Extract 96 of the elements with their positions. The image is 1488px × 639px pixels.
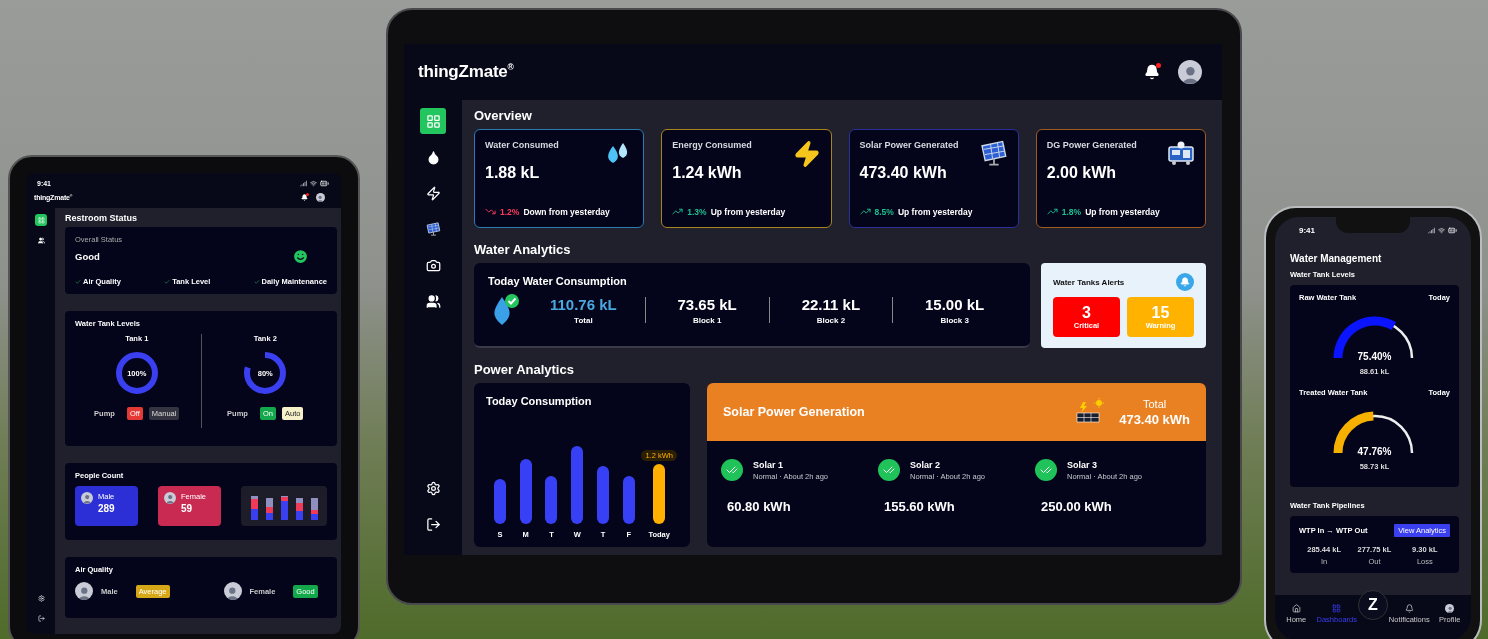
avatar-icon bbox=[164, 492, 176, 504]
group-count: 289 bbox=[98, 503, 115, 514]
unit-value: 60.80 kWh bbox=[726, 499, 792, 514]
center-logo-button[interactable]: Z bbox=[1358, 590, 1388, 620]
card-title: Today Consumption bbox=[486, 395, 593, 407]
sidebar-item[interactable] bbox=[35, 234, 47, 246]
change-note: Up from yesterday bbox=[897, 206, 973, 217]
lightning-bolt-icon bbox=[792, 140, 821, 168]
card-label: Energy Consumed bbox=[672, 140, 753, 150]
check-icon bbox=[75, 278, 81, 285]
change-percent: 1.3% bbox=[687, 206, 707, 217]
avatar-icon bbox=[75, 582, 93, 600]
solar-panel-sun-icon bbox=[1075, 398, 1106, 426]
status-time: 9:41 bbox=[1299, 226, 1315, 235]
notification-bell-icon[interactable] bbox=[301, 194, 308, 201]
card-title: Solar Power Generation bbox=[723, 405, 866, 419]
card-value: 473.40 kWh bbox=[859, 164, 948, 182]
alert-count: 15 bbox=[1151, 304, 1170, 321]
unit-value: 250.00 kWh bbox=[1040, 499, 1113, 514]
signal-icon bbox=[1428, 227, 1435, 234]
change-percent: 1.2% bbox=[500, 206, 520, 217]
unit-name: Solar 3 bbox=[1067, 459, 1098, 470]
logo: thingZmate$^{®}$ bbox=[418, 62, 514, 82]
group-count: 59 bbox=[181, 503, 194, 514]
unit-name: Solar 1 bbox=[753, 459, 784, 470]
avatar-icon bbox=[223, 582, 242, 600]
card-title: Today Water Consumption bbox=[488, 275, 628, 287]
stat-label: Block 3 bbox=[940, 315, 969, 325]
section-title: Water Analytics bbox=[474, 242, 572, 257]
droplet-icon bbox=[425, 149, 441, 165]
change-note: Up from yesterday bbox=[1085, 206, 1160, 217]
card-label: Solar Power Generated bbox=[859, 140, 960, 150]
avatar-icon bbox=[1445, 604, 1455, 613]
avatar-icon[interactable] bbox=[316, 193, 325, 202]
lightning-bolt-icon bbox=[425, 185, 441, 201]
stat-value: 22.11 kL bbox=[801, 295, 861, 313]
sidebar-item[interactable] bbox=[35, 592, 47, 604]
signal-icon bbox=[300, 180, 307, 187]
unit-value: 155.60 kWh bbox=[883, 499, 956, 514]
card-value: 2.00 kWh bbox=[1046, 164, 1118, 182]
wifi-icon bbox=[1438, 227, 1445, 234]
stat-label: Block 1 bbox=[692, 315, 722, 325]
card-label: DG Power Generated bbox=[1046, 140, 1138, 150]
status-value: Good bbox=[75, 251, 100, 262]
section-title: Overview bbox=[474, 108, 533, 123]
stat-label: Block 2 bbox=[816, 315, 846, 325]
card-title: Water Tanks Alerts bbox=[1053, 277, 1125, 287]
unit-name: Solar 2 bbox=[910, 459, 941, 470]
alert-count: 3 bbox=[1082, 304, 1091, 321]
gauge-percent: 47.76% bbox=[1357, 446, 1392, 457]
change-note: Down from yesterday bbox=[523, 206, 610, 217]
home-icon bbox=[1291, 604, 1301, 613]
logout-icon bbox=[37, 614, 45, 622]
solar-panel-icon bbox=[425, 221, 441, 237]
bell-icon bbox=[1176, 273, 1194, 291]
card-value: 1.88 kL bbox=[485, 164, 541, 182]
dashboard-grid-icon bbox=[1332, 604, 1342, 613]
notification-bell-icon[interactable] bbox=[1144, 64, 1160, 80]
camera-icon bbox=[425, 257, 441, 273]
change-note: Up from yesterday bbox=[710, 206, 786, 217]
dashboard-grid-icon bbox=[425, 113, 441, 129]
card-value: 1.24 kWh bbox=[672, 164, 743, 182]
battery-icon bbox=[1448, 226, 1457, 235]
section-title: Power Analytics bbox=[474, 362, 575, 377]
logout-icon bbox=[425, 516, 441, 532]
page-title: Restroom Status bbox=[65, 213, 138, 223]
generator-icon bbox=[1167, 140, 1195, 166]
gauge-percent: 75.40% bbox=[1357, 351, 1392, 362]
avatar-icon[interactable] bbox=[1178, 60, 1202, 84]
avatar-icon bbox=[81, 492, 93, 504]
dashboard-grid-icon bbox=[37, 216, 45, 224]
card-label: Water Consumed bbox=[485, 140, 560, 150]
stat-value: 73.65 kL bbox=[677, 295, 737, 313]
page-title: Water Management bbox=[1290, 253, 1383, 264]
smiley-icon bbox=[292, 248, 309, 265]
change-percent: 1.8% bbox=[1061, 206, 1082, 217]
bell-icon bbox=[1404, 604, 1414, 613]
change-percent: 8.5% bbox=[874, 206, 894, 217]
double-check-icon bbox=[1035, 459, 1057, 481]
stat-label: Total bbox=[574, 315, 593, 325]
settings-icon bbox=[37, 594, 45, 602]
sidebar-item[interactable] bbox=[35, 214, 47, 226]
double-check-icon bbox=[878, 459, 900, 481]
solar-panel-icon bbox=[979, 140, 1008, 168]
check-icon bbox=[164, 278, 171, 285]
total-value: 473.40 kWh bbox=[1119, 411, 1190, 427]
users-icon bbox=[425, 293, 441, 309]
double-check-icon bbox=[721, 459, 743, 481]
check-icon bbox=[253, 278, 260, 285]
settings-icon bbox=[425, 480, 441, 496]
total-label: Total bbox=[1142, 397, 1167, 410]
users-icon bbox=[37, 236, 45, 244]
stat-value: 110.76 kL bbox=[550, 295, 617, 313]
wifi-icon bbox=[310, 180, 317, 187]
stat-value: 15.00 kL bbox=[925, 295, 985, 313]
battery-icon bbox=[320, 179, 329, 188]
